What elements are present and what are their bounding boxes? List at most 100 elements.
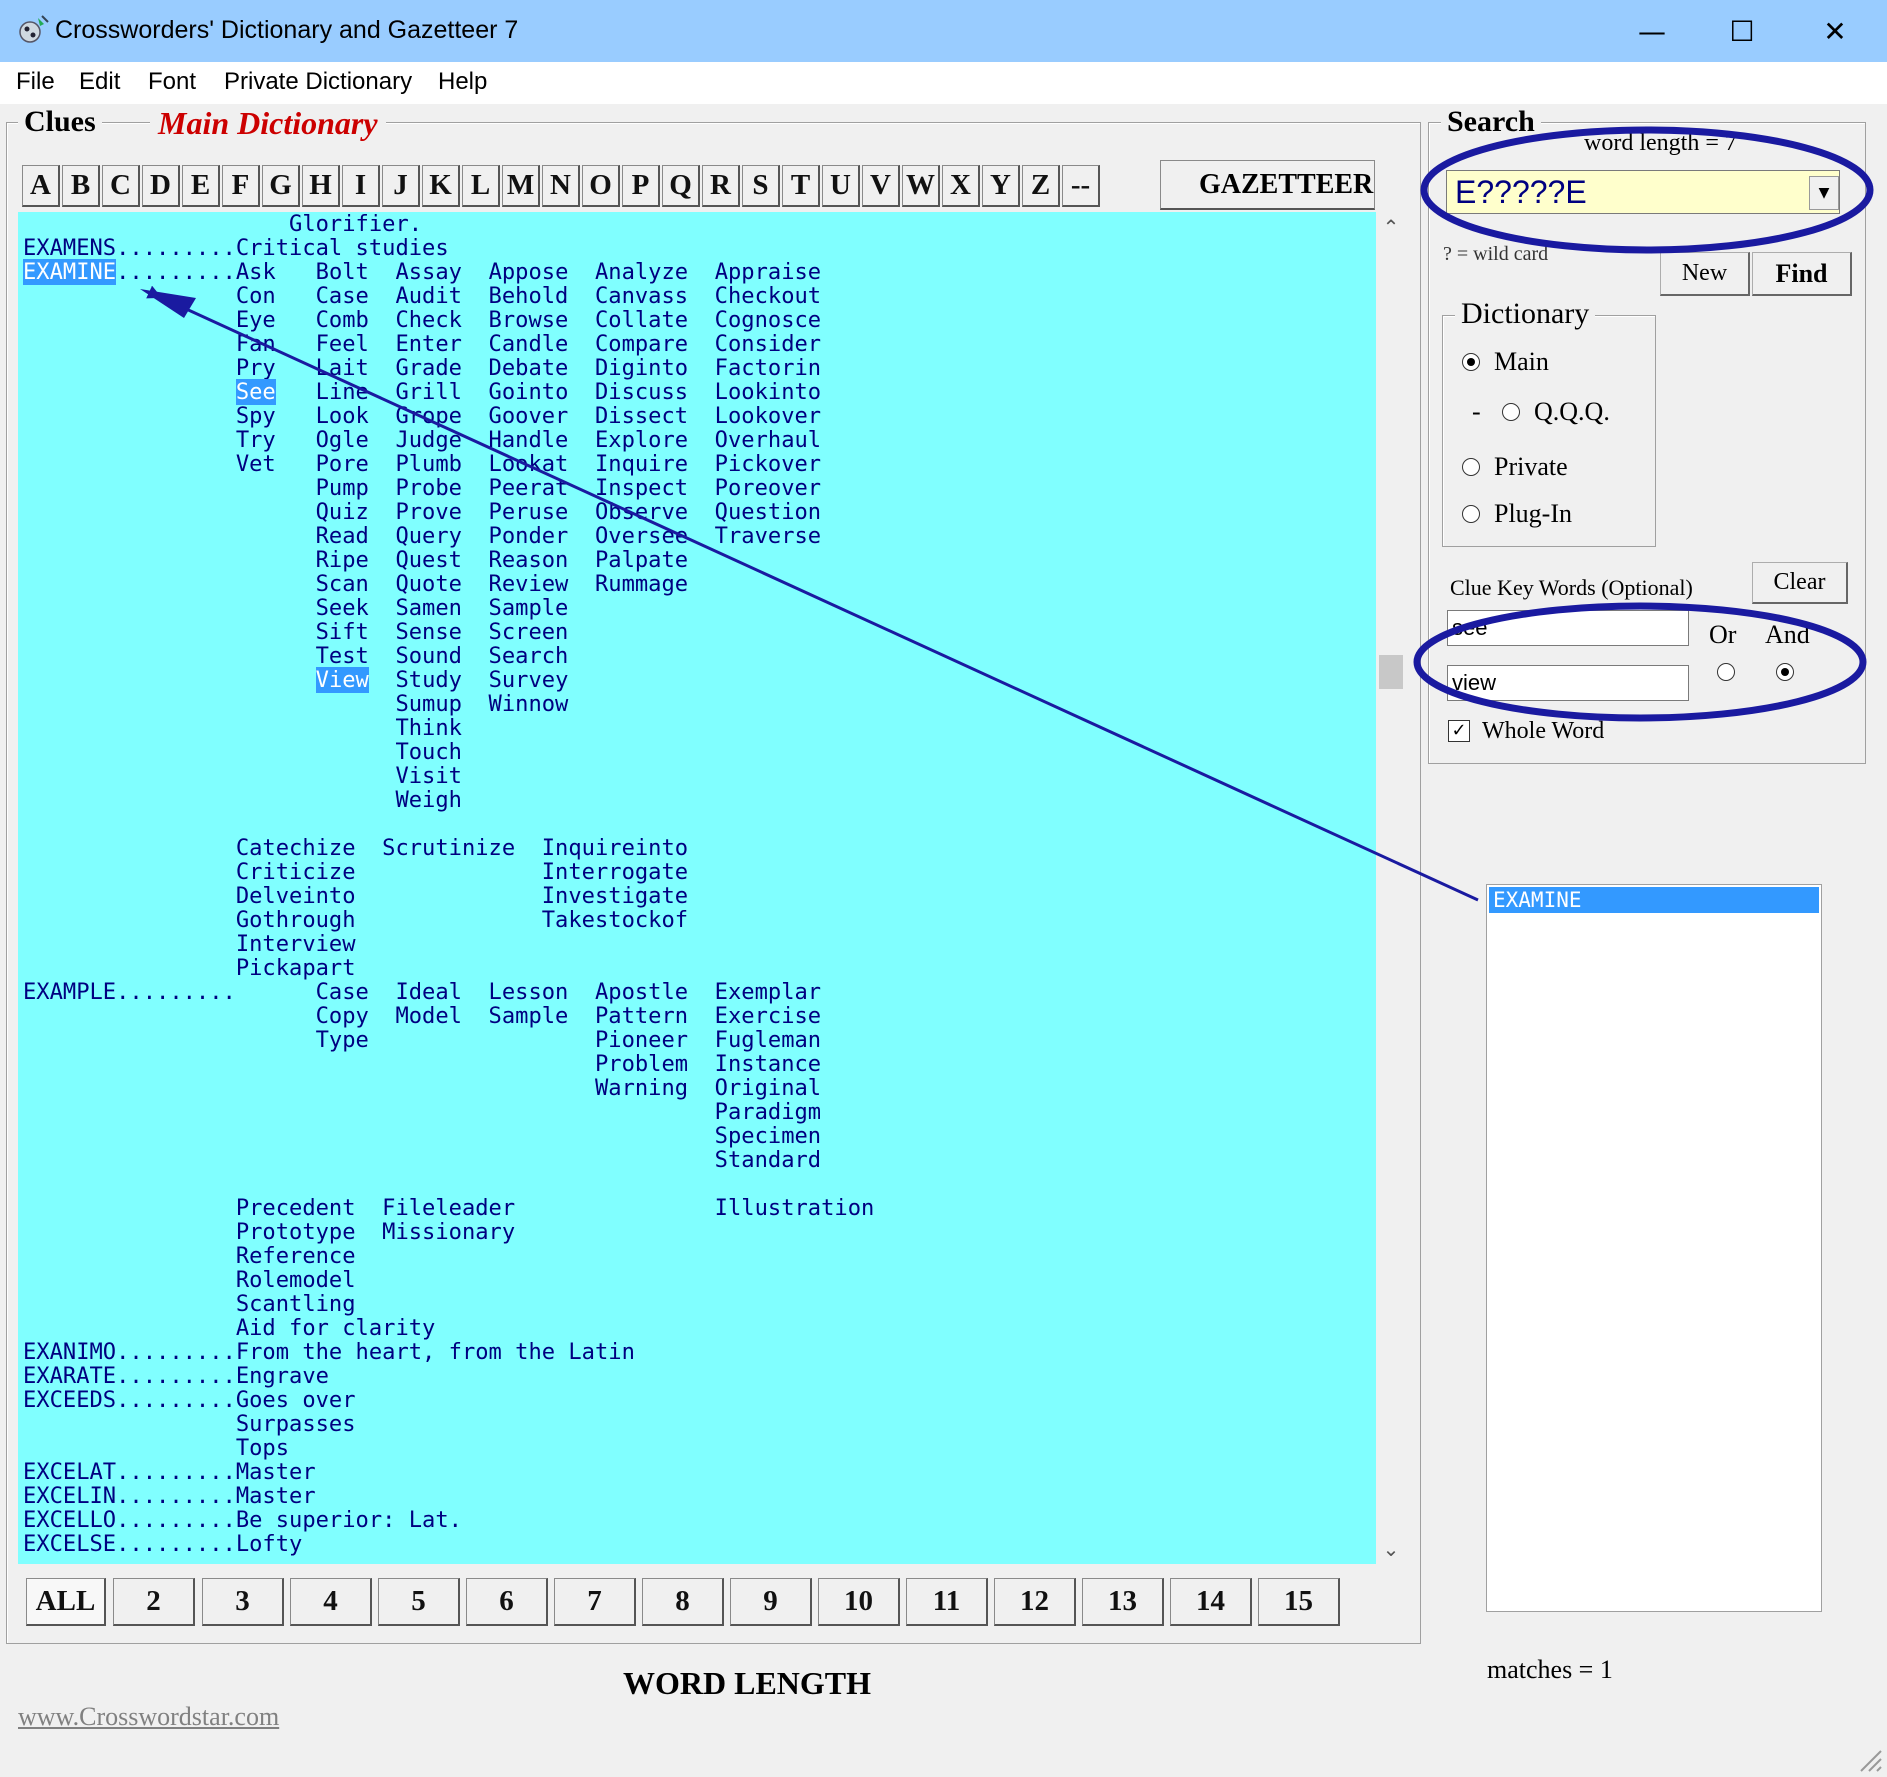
letter-button-f[interactable]: F: [222, 165, 260, 207]
scroll-down-icon[interactable]: ⌄: [1376, 1534, 1406, 1564]
letter-button-m[interactable]: M: [502, 165, 540, 207]
close-icon: ✕: [1823, 14, 1847, 48]
close-button[interactable]: ✕: [1800, 8, 1870, 54]
length-button-5[interactable]: 5: [378, 1578, 460, 1626]
gazetteer-button[interactable]: GAZETTEER: [1160, 160, 1375, 210]
or-label: Or: [1709, 620, 1737, 649]
letter-button-n[interactable]: N: [542, 165, 580, 207]
resize-grip-icon[interactable]: [1855, 1745, 1883, 1773]
length-button-7[interactable]: 7: [554, 1578, 636, 1626]
menu-help[interactable]: Help: [438, 68, 487, 96]
radio-plugin-label: Plug-In: [1494, 499, 1572, 528]
menu-font[interactable]: Font: [148, 68, 196, 96]
letter-button-x[interactable]: X: [942, 165, 980, 207]
result-item-examine[interactable]: EXAMINE: [1489, 887, 1819, 913]
length-button-all[interactable]: ALL: [26, 1578, 106, 1626]
menu-file[interactable]: File: [16, 68, 55, 96]
maximize-button[interactable]: ☐: [1707, 8, 1777, 54]
and-label: And: [1765, 620, 1810, 649]
length-button-13[interactable]: 13: [1082, 1578, 1164, 1626]
length-button-2[interactable]: 2: [113, 1578, 195, 1626]
letter-button-b[interactable]: B: [62, 165, 100, 207]
letter-button-c[interactable]: C: [102, 165, 140, 207]
letter-button-q[interactable]: Q: [662, 165, 700, 207]
keyword-input-2[interactable]: view: [1447, 665, 1689, 701]
results-list[interactable]: EXAMINE: [1486, 884, 1822, 1612]
length-button-6[interactable]: 6: [466, 1578, 548, 1626]
letter-button-e[interactable]: E: [182, 165, 220, 207]
letter-button-k[interactable]: K: [422, 165, 460, 207]
whole-word-label: Whole Word: [1482, 718, 1605, 744]
letter-button-u[interactable]: U: [822, 165, 860, 207]
dropdown-arrow-icon[interactable]: ▼: [1809, 176, 1839, 210]
menu-private-dictionary[interactable]: Private Dictionary: [224, 68, 412, 96]
word-length-value: 7: [1724, 130, 1737, 156]
letter-button-j[interactable]: J: [382, 165, 420, 207]
qqq-prefix: -: [1472, 397, 1481, 426]
length-button-9[interactable]: 9: [730, 1578, 812, 1626]
length-button-14[interactable]: 14: [1170, 1578, 1252, 1626]
letter-button-p[interactable]: P: [622, 165, 660, 207]
new-button[interactable]: New: [1660, 252, 1750, 296]
letter-button-h[interactable]: H: [302, 165, 340, 207]
radio-private-label: Private: [1494, 452, 1568, 481]
length-button-10[interactable]: 10: [818, 1578, 900, 1626]
letter-button-y[interactable]: Y: [982, 165, 1020, 207]
length-button-3[interactable]: 3: [202, 1578, 284, 1626]
highlighted-word: EXAMINE: [23, 259, 117, 285]
length-button-4[interactable]: 4: [290, 1578, 372, 1626]
letter-button-i[interactable]: I: [342, 165, 380, 207]
length-button-12[interactable]: 12: [994, 1578, 1076, 1626]
letter-buttons: A B C D E F G H I J K L M N O P Q R S T …: [22, 165, 1102, 207]
search-legend: Search: [1441, 105, 1541, 139]
maximize-icon: ☐: [1729, 14, 1755, 48]
clear-button[interactable]: Clear: [1752, 562, 1848, 604]
clue-text-area[interactable]: Glorifier. EXAMENS.........Critical stud…: [18, 212, 1376, 1564]
radio-plugin[interactable]: [1462, 505, 1480, 523]
radio-and[interactable]: [1776, 663, 1794, 681]
letter-button-s[interactable]: S: [742, 165, 780, 207]
letter-button-l[interactable]: L: [462, 165, 500, 207]
radio-qqq[interactable]: [1502, 403, 1520, 421]
letter-button-dash[interactable]: --: [1062, 165, 1100, 207]
length-button-8[interactable]: 8: [642, 1578, 724, 1626]
letter-button-v[interactable]: V: [862, 165, 900, 207]
letter-button-o[interactable]: O: [582, 165, 620, 207]
matches-count: matches = 1: [1487, 1655, 1613, 1684]
whole-word-checkbox[interactable]: ✓: [1448, 720, 1470, 742]
letter-button-g[interactable]: G: [262, 165, 300, 207]
pattern-input[interactable]: E?????E: [1455, 174, 1587, 211]
letter-button-r[interactable]: R: [702, 165, 740, 207]
dictionary-legend: Dictionary: [1455, 297, 1596, 331]
highlighted-word: View: [315, 667, 369, 693]
radio-or[interactable]: [1717, 663, 1735, 681]
window-title: Crosswordеrs' Dictionary and Gazetteer 7: [55, 16, 519, 44]
letter-button-t[interactable]: T: [782, 165, 820, 207]
radio-main[interactable]: [1462, 353, 1480, 371]
find-button[interactable]: Find: [1752, 252, 1852, 296]
keyword-input-1[interactable]: see: [1447, 610, 1689, 646]
minimize-icon: —: [1638, 14, 1666, 48]
word-length-text: word length = 7: [1584, 130, 1737, 156]
scroll-thumb[interactable]: [1379, 655, 1403, 689]
vertical-scrollbar[interactable]: ⌃ ⌄: [1376, 212, 1406, 1564]
length-button-11[interactable]: 11: [906, 1578, 988, 1626]
clue-text: Glorifier. EXAMENS.........Critical stud…: [23, 212, 875, 1557]
minimize-button[interactable]: —: [1617, 8, 1687, 54]
app-icon: [19, 15, 49, 43]
website-link[interactable]: www.Crosswordstar.com: [18, 1702, 279, 1732]
menu-edit[interactable]: Edit: [79, 68, 120, 96]
length-button-15[interactable]: 15: [1258, 1578, 1340, 1626]
radio-private[interactable]: [1462, 458, 1480, 476]
letter-button-z[interactable]: Z: [1022, 165, 1060, 207]
highlighted-word: See: [235, 379, 276, 405]
scroll-up-icon[interactable]: ⌃: [1376, 212, 1406, 242]
letter-button-a[interactable]: A: [22, 165, 60, 207]
title-bar: Crosswordеrs' Dictionary and Gazetteer 7…: [0, 0, 1887, 63]
pattern-combobox[interactable]: E?????E ▼: [1446, 170, 1840, 214]
clues-legend: Clues: [18, 105, 102, 139]
word-length-label: WORD LENGTH: [623, 1665, 872, 1701]
letter-button-d[interactable]: D: [142, 165, 180, 207]
letter-button-w[interactable]: W: [902, 165, 940, 207]
menu-bar: File Edit Font Private Dictionary Help: [0, 62, 1887, 104]
